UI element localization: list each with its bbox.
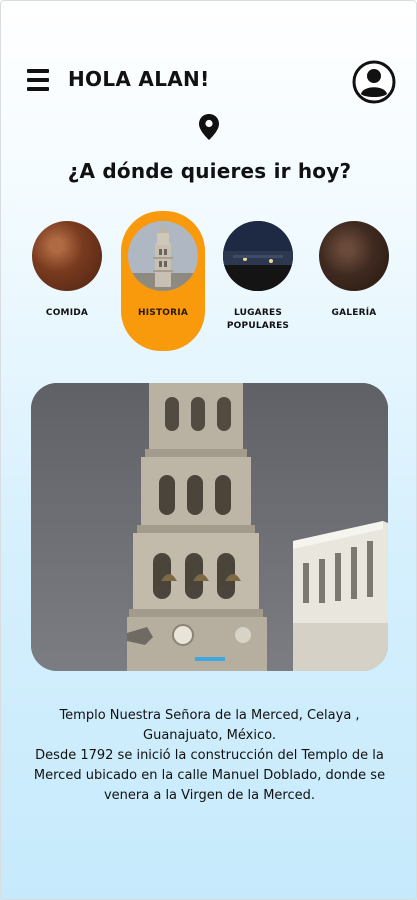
app-screen: HOLA ALAN! ¿A dónde quieres ir hoy? COMI… <box>0 0 417 900</box>
category-lugares-populares[interactable]: LUGARES POPULARES <box>216 211 300 351</box>
featured-place-description: Templo Nuestra Señora de la Merced, Cela… <box>33 706 386 806</box>
user-profile-icon[interactable] <box>352 60 396 104</box>
category-historia[interactable]: HISTORIA <box>121 211 205 351</box>
popular-places-thumbnail <box>223 221 293 291</box>
description-body: Desde 1792 se inició la construcción del… <box>33 748 386 803</box>
map-pin-icon <box>198 113 220 141</box>
description-title: Templo Nuestra Señora de la Merced, Cela… <box>59 708 360 743</box>
category-selector: COMIDA HISTORIA LUGARES POPULARES GALERÍ… <box>1 211 417 351</box>
greeting-title: HOLA ALAN! <box>68 67 210 91</box>
category-label: COMIDA <box>45 308 89 318</box>
destination-question: ¿A dónde quieres ir hoy? <box>67 159 352 183</box>
category-label: GALERÍA <box>331 308 377 318</box>
food-thumbnail <box>32 221 102 291</box>
history-thumbnail <box>128 221 198 291</box>
category-galeria[interactable]: GALERÍA <box>312 211 396 351</box>
hamburger-menu-icon[interactable] <box>27 69 49 91</box>
featured-place-image[interactable] <box>31 383 388 671</box>
category-label: LUGARES POPULARES <box>226 308 290 331</box>
gallery-thumbnail <box>319 221 389 291</box>
category-label: HISTORIA <box>138 308 188 318</box>
category-comida[interactable]: COMIDA <box>25 211 109 351</box>
